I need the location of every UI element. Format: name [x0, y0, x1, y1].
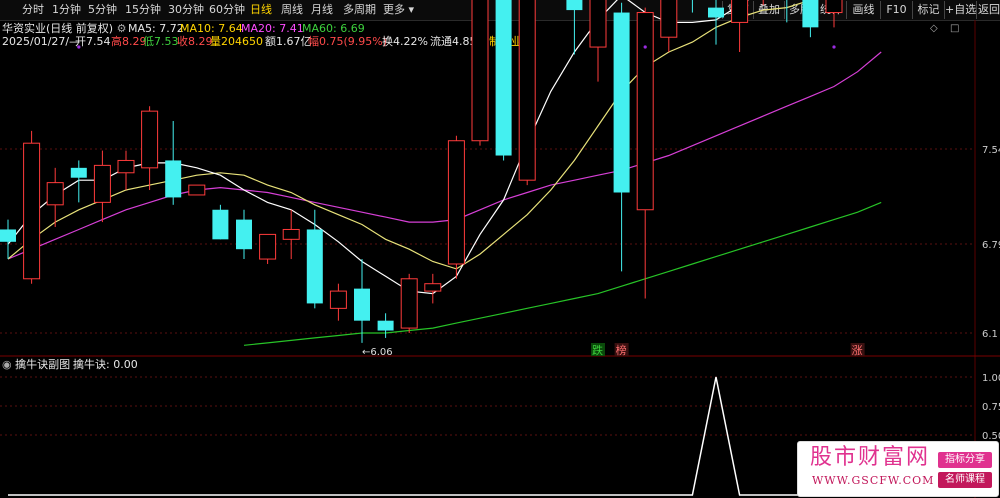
event-dot-1	[643, 45, 647, 49]
event-dot-2	[832, 45, 836, 49]
candle-body-19	[447, 140, 465, 265]
candle-body-0	[0, 229, 16, 242]
candle-body-9	[212, 209, 229, 240]
min-price-annotation: ←6.06	[362, 347, 393, 358]
candle-0	[0, 219, 16, 260]
sub-tick-0: 1.00	[982, 373, 1000, 384]
candle-2	[46, 167, 64, 228]
candle-33	[786, 0, 788, 23]
watermark-badge-course: 名师课程	[938, 472, 992, 488]
candle-body-22	[518, 0, 536, 181]
candle-29	[691, 0, 693, 13]
candle-body-25	[589, 0, 607, 48]
candle-1	[23, 130, 41, 284]
candle-17	[400, 273, 418, 333]
candle-body-2	[46, 182, 64, 206]
signal-0: 跌	[592, 343, 603, 357]
candle-9	[212, 204, 229, 240]
candle-22	[518, 0, 536, 186]
ma5-line	[7, 0, 750, 295]
candle-21	[495, 0, 512, 161]
candle-5	[117, 150, 135, 191]
candle-28	[660, 0, 678, 52]
signal-2: 涨	[852, 344, 863, 357]
candle-body-12	[282, 228, 300, 240]
candle-13	[306, 209, 323, 309]
candle-body-8	[188, 184, 206, 196]
candle-body-27	[636, 12, 654, 211]
candle-body-4	[93, 164, 111, 203]
price-tick-0: 7.54	[982, 145, 1000, 156]
candle-body-11	[259, 233, 277, 260]
candle-30	[708, 0, 724, 45]
candle-25	[589, 0, 607, 82]
candle-14	[329, 283, 347, 321]
candle-body-21	[495, 0, 512, 156]
candle-body-31	[731, 0, 749, 23]
candle-24	[566, 0, 583, 55]
candle-body-28	[660, 0, 678, 38]
candle-20	[471, 0, 489, 146]
candle-31	[731, 0, 749, 52]
candle-16	[377, 313, 394, 338]
candle-7	[165, 121, 182, 205]
price-tick-2: 6.1	[982, 329, 998, 340]
sub-tick-1: 0.75	[982, 402, 1000, 413]
ma20-line	[7, 51, 882, 260]
candle-32	[762, 0, 764, 6]
event-dot-0	[77, 45, 81, 49]
candle-11	[259, 233, 277, 264]
qiniu-line	[8, 376, 882, 496]
signal-1: 榜	[616, 343, 627, 357]
candle-4	[93, 150, 111, 223]
candle-body-35	[825, 0, 843, 14]
price-tick-1: 6.79	[982, 240, 1000, 251]
watermark-url: WWW.GSCFW.COM	[812, 474, 935, 487]
candle-body-34	[802, 0, 819, 28]
candle-6	[141, 106, 159, 191]
candle-19	[447, 135, 465, 279]
candle-body-30	[708, 7, 724, 18]
watermark-logo: 股市财富网 WWW.GSCFW.COM 指标分享 名师课程	[797, 441, 999, 497]
candle-body-10	[236, 219, 252, 250]
candle-3	[70, 160, 87, 203]
candle-10	[236, 209, 252, 260]
candle-15	[354, 259, 370, 343]
ma10-line	[7, 0, 815, 270]
candle-body-26	[613, 12, 630, 193]
candle-18	[424, 273, 442, 304]
candle-body-3	[70, 167, 87, 178]
candle-27	[636, 7, 654, 299]
candle-body-17	[400, 278, 418, 329]
kline-chart[interactable]: ←8.29←6.06跌榜涨 7.546.796.11.000.750.50	[0, 0, 1000, 498]
candle-body-7	[165, 160, 182, 198]
candle-body-16	[377, 320, 394, 331]
candle-26	[613, 2, 630, 272]
ma60-line	[243, 201, 882, 346]
candle-body-14	[329, 290, 347, 309]
candle-body-24	[566, 0, 583, 11]
watermark-main: 股市财富网	[810, 445, 931, 470]
candle-body-6	[141, 110, 159, 169]
candle-body-13	[306, 229, 323, 304]
candle-34	[802, 0, 819, 38]
candle-body-1	[23, 142, 41, 280]
candle-12	[282, 209, 300, 260]
candle-body-18	[424, 283, 442, 292]
candle-body-20	[471, 0, 489, 142]
candle-body-5	[117, 159, 135, 174]
candle-35	[825, 0, 843, 28]
watermark-badge-indicator: 指标分享	[938, 452, 992, 468]
candle-8	[188, 184, 206, 196]
candle-body-15	[354, 288, 370, 321]
